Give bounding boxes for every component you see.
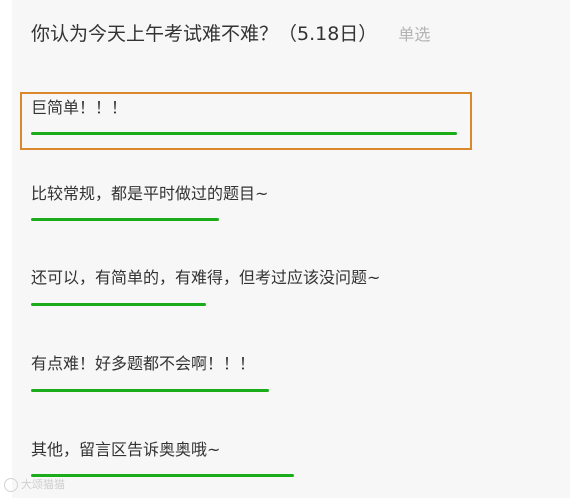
option-result-bar xyxy=(31,132,457,135)
option-label: 其他，留言区告诉奥奥哦~ xyxy=(31,440,221,459)
option-item[interactable]: 有点难！好多题都不会啊！！！ xyxy=(31,352,269,392)
option-result-bar xyxy=(31,303,206,306)
option-label: 有点难！好多题都不会啊！！！ xyxy=(31,354,256,373)
option-item[interactable]: 其他，留言区告诉奥奥哦~ xyxy=(31,438,294,477)
option-result-bar xyxy=(31,474,294,477)
option-item[interactable]: 巨简单！！！ xyxy=(31,96,457,135)
option-result-bar xyxy=(31,389,269,392)
camera-logo-icon xyxy=(4,478,18,492)
option-label: 巨简单！！！ xyxy=(31,98,128,117)
watermark: 大颂猫猫 xyxy=(4,476,65,492)
option-item[interactable]: 比较常规，都是平时做过的题目~ xyxy=(31,182,269,221)
question-type-label: 单选 xyxy=(398,25,431,44)
question-title: 你认为今天上午考试难不难？（5.18日） xyxy=(31,23,378,45)
watermark-text: 大颂猫猫 xyxy=(21,478,65,491)
option-result-bar xyxy=(31,218,219,221)
question-header: 你认为今天上午考试难不难？（5.18日） 单选 xyxy=(31,18,430,50)
option-item[interactable]: 还可以，有简单的，有难得，但考过应该没问题~ xyxy=(31,266,381,306)
option-label: 比较常规，都是平时做过的题目~ xyxy=(31,184,269,203)
survey-panel xyxy=(12,0,570,498)
option-label: 还可以，有简单的，有难得，但考过应该没问题~ xyxy=(31,268,381,287)
